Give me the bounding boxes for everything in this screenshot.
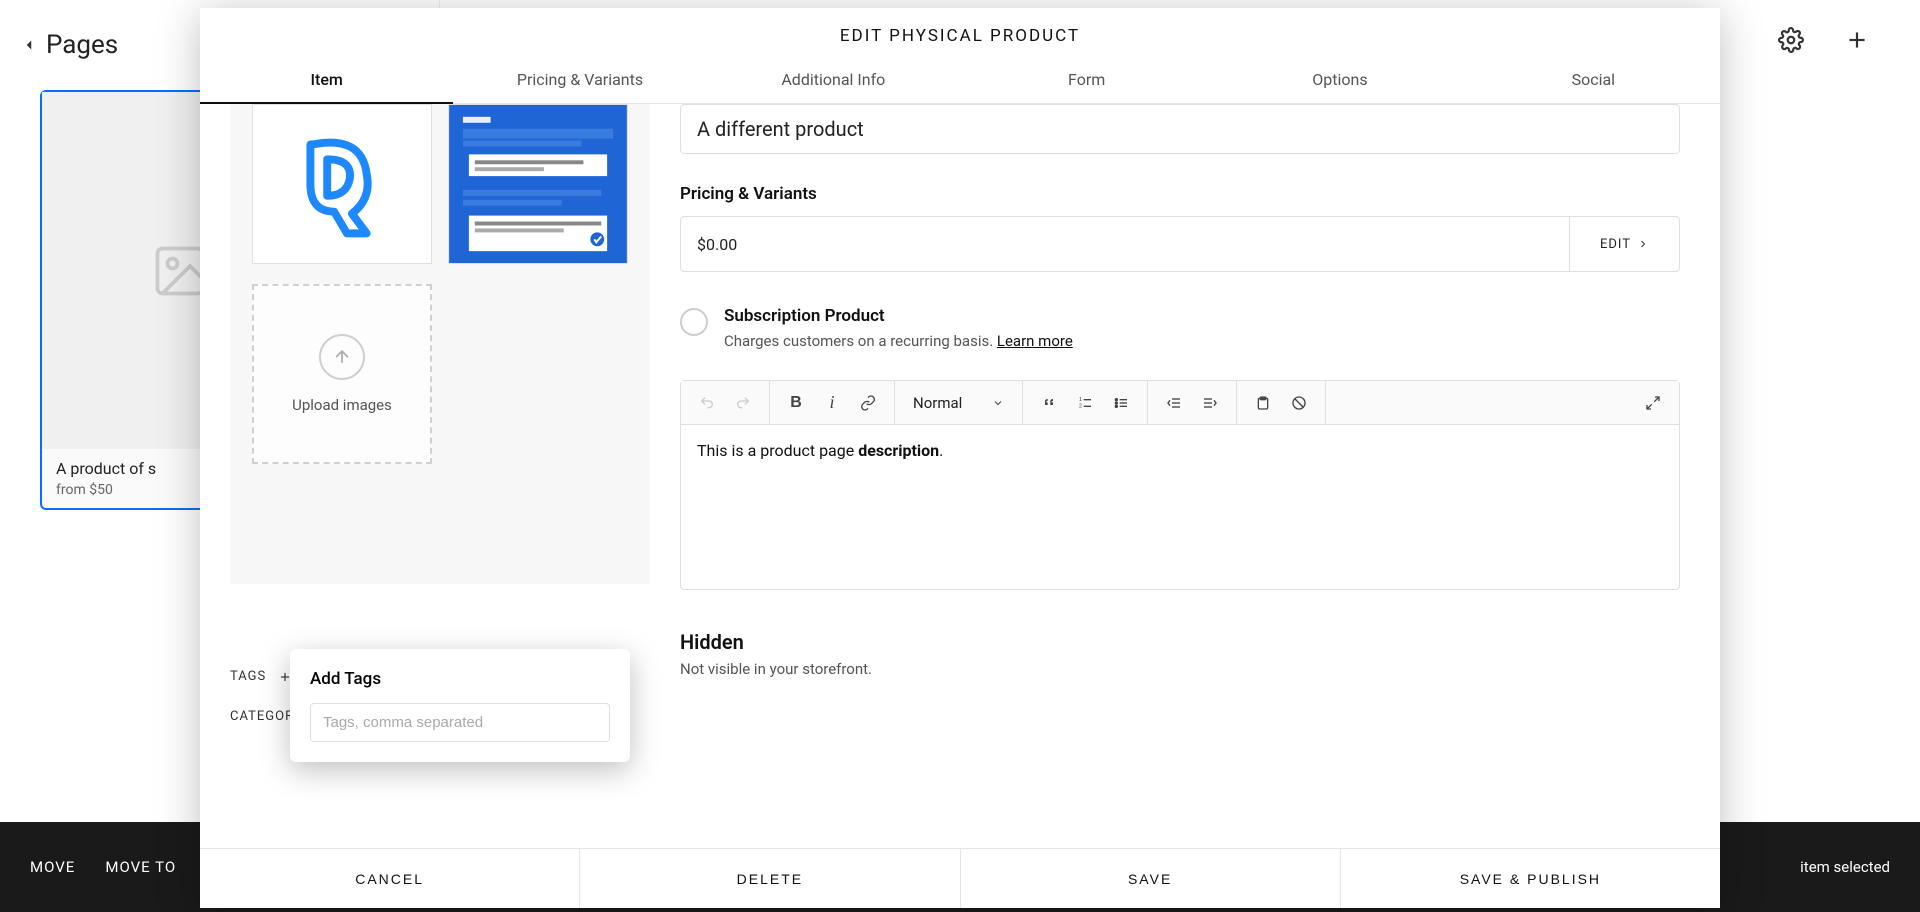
clear-format-button[interactable] — [1281, 385, 1317, 421]
tags-label: TAGS — [230, 669, 266, 684]
no-icon — [1291, 395, 1307, 411]
subscription-desc: Charges customers on a recurring basis. … — [724, 332, 1073, 350]
expand-button[interactable] — [1635, 385, 1671, 421]
rte-text-suffix: . — [939, 441, 943, 460]
thumb-row — [230, 104, 650, 264]
link-icon — [860, 395, 876, 411]
price-edit-label: EDIT — [1600, 237, 1631, 252]
move-action[interactable]: MOVE — [30, 858, 75, 876]
description-editor: B i Normal 12 — [680, 380, 1680, 590]
tab-social[interactable]: Social — [1467, 56, 1720, 103]
redo-icon — [735, 395, 751, 411]
edit-product-modal: EDIT PHYSICAL PRODUCT Item Pricing & Var… — [200, 8, 1720, 908]
clipboard-icon — [1255, 395, 1271, 411]
hidden-desc: Not visible in your storefront. — [680, 660, 1680, 678]
tab-options[interactable]: Options — [1213, 56, 1466, 103]
subscription-desc-text: Charges customers on a recurring basis. — [724, 332, 997, 350]
upload-images-button[interactable]: Upload images — [252, 284, 432, 464]
indent-button[interactable] — [1192, 385, 1228, 421]
numbered-list-button[interactable]: 12 — [1067, 385, 1103, 421]
gear-icon[interactable] — [1778, 27, 1804, 53]
product-image-2[interactable] — [448, 104, 628, 264]
thumb-2-graphic — [449, 105, 627, 263]
rte-history-group — [681, 381, 770, 424]
price-row: $0.00 EDIT — [680, 216, 1680, 272]
tab-additional[interactable]: Additional Info — [707, 56, 960, 103]
rte-misc-group — [1237, 381, 1326, 424]
undo-icon — [699, 395, 715, 411]
add-tags-popover: Add Tags — [290, 649, 630, 762]
bullet-list-button[interactable] — [1103, 385, 1139, 421]
tab-pricing[interactable]: Pricing & Variants — [453, 56, 706, 103]
indent-icon — [1202, 395, 1218, 411]
bottom-actions: MOVE MOVE TO — [30, 858, 176, 876]
modal-tabs: Item Pricing & Variants Additional Info … — [200, 56, 1720, 104]
cancel-button[interactable]: CANCEL — [200, 849, 580, 908]
subscription-row: Subscription Product Charges customers o… — [680, 306, 1680, 350]
rte-style-group: Normal — [895, 381, 1023, 424]
product-name-field[interactable]: A different product — [680, 104, 1680, 154]
pricing-section-title: Pricing & Variants — [680, 184, 1680, 204]
redo-button[interactable] — [725, 385, 761, 421]
quote-icon — [1041, 395, 1057, 411]
outdent-icon — [1166, 395, 1182, 411]
style-select[interactable]: Normal — [903, 394, 1014, 412]
rte-block-group: 12 — [1023, 381, 1148, 424]
move-to-action[interactable]: MOVE TO — [105, 858, 176, 876]
save-button[interactable]: SAVE — [961, 849, 1341, 908]
selected-count: item selected — [1800, 858, 1890, 876]
pages-label: Pages — [46, 30, 118, 60]
right-column: A different product Pricing & Variants $… — [680, 104, 1720, 848]
learn-more-link[interactable]: Learn more — [997, 332, 1073, 350]
tab-item[interactable]: Item — [200, 56, 453, 103]
expand-icon — [1645, 395, 1661, 411]
price-value: $0.00 — [681, 235, 1569, 254]
paste-button[interactable] — [1245, 385, 1281, 421]
subscription-texts: Subscription Product Charges customers o… — [724, 306, 1073, 350]
delete-button[interactable]: DELETE — [580, 849, 960, 908]
tab-form[interactable]: Form — [960, 56, 1213, 103]
svg-text:2: 2 — [1079, 403, 1082, 409]
bullet-list-icon — [1113, 395, 1129, 411]
quote-button[interactable] — [1031, 385, 1067, 421]
rte-body[interactable]: This is a product page description. — [681, 425, 1679, 476]
subscription-title: Subscription Product — [724, 306, 1073, 326]
rte-expand-group — [1627, 381, 1679, 424]
upload-arrow-icon — [332, 347, 352, 367]
modal-title: EDIT PHYSICAL PRODUCT — [200, 8, 1720, 56]
price-edit-button[interactable]: EDIT — [1569, 217, 1679, 271]
chevron-right-icon — [1637, 238, 1649, 250]
rte-toolbar: B i Normal 12 — [681, 381, 1679, 425]
chevron-down-icon — [992, 397, 1004, 409]
thumb-1-graphic — [253, 105, 431, 263]
undo-button[interactable] — [689, 385, 725, 421]
italic-button[interactable]: i — [814, 385, 850, 421]
outdent-button[interactable] — [1156, 385, 1192, 421]
add-tags-input[interactable] — [310, 703, 610, 742]
svg-text:1: 1 — [1079, 397, 1082, 403]
hidden-block: Hidden Not visible in your storefront. — [680, 630, 1680, 678]
upload-icon-circle — [319, 334, 365, 380]
style-select-value: Normal — [913, 394, 962, 412]
product-image-1[interactable] — [252, 104, 432, 264]
hidden-title: Hidden — [680, 630, 1680, 654]
link-button[interactable] — [850, 385, 886, 421]
modal-footer: CANCEL DELETE SAVE SAVE & PUBLISH — [200, 848, 1720, 908]
plus-icon[interactable] — [1844, 27, 1870, 53]
image-panel: Upload images — [230, 104, 650, 584]
rte-text-prefix: This is a product page — [697, 441, 858, 460]
add-tags-title: Add Tags — [310, 669, 610, 689]
numbered-list-icon: 12 — [1077, 395, 1093, 411]
rte-indent-group — [1148, 381, 1237, 424]
rte-text-bold: description — [858, 441, 939, 460]
bold-button[interactable]: B — [778, 385, 814, 421]
save-publish-button[interactable]: SAVE & PUBLISH — [1341, 849, 1720, 908]
rte-format-group: B i — [770, 381, 895, 424]
subscription-radio[interactable] — [680, 308, 708, 336]
chevron-left-icon — [20, 36, 38, 54]
upload-label: Upload images — [292, 396, 392, 414]
left-column: Upload images Add Tags TAGS fake not rea… — [200, 104, 680, 848]
modal-body: Upload images Add Tags TAGS fake not rea… — [200, 104, 1720, 848]
